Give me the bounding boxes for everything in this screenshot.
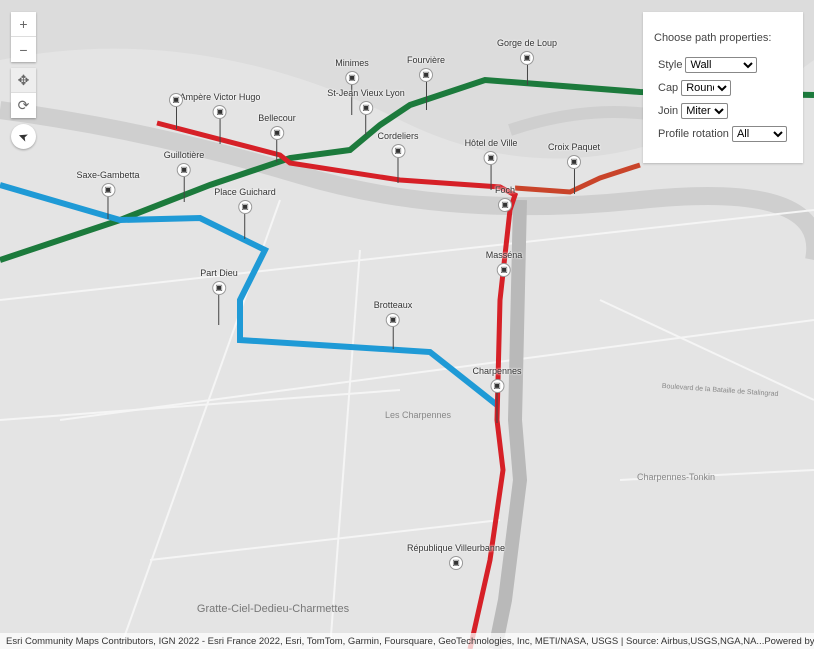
station-marker[interactable]: Hôtel de Ville ▣ xyxy=(464,138,518,190)
station-label: Ampère Victor Hugo xyxy=(179,92,261,102)
station-marker[interactable]: ▣ xyxy=(169,80,183,129)
station-marker[interactable]: Foch ▣ xyxy=(495,185,515,212)
metro-station-icon: ▣ xyxy=(484,151,498,165)
navigation-controls: ✥ ⟳ xyxy=(11,68,36,118)
join-select[interactable]: Miter xyxy=(681,103,729,119)
station-marker[interactable]: St-Jean Vieux Lyon ▣ xyxy=(327,88,405,135)
station-marker[interactable]: Ampère Victor Hugo ▣ xyxy=(179,92,261,144)
metro-station-icon: ▣ xyxy=(237,200,252,214)
attribution-text[interactable]: Esri Community Maps Contributors, IGN 20… xyxy=(6,636,764,647)
zoom-out-button[interactable]: − xyxy=(11,37,36,62)
station-label xyxy=(169,80,183,90)
metro-station-icon: ▣ xyxy=(519,51,534,65)
station-stem xyxy=(183,177,185,202)
station-marker[interactable]: Place Guichard ▣ xyxy=(214,187,276,239)
station-label: Foch xyxy=(494,185,516,195)
metro-station-icon: ▣ xyxy=(169,93,183,107)
pan-button[interactable]: ✥ xyxy=(11,68,36,93)
station-marker[interactable]: Part Dieu ▣ xyxy=(200,268,238,325)
station-stem xyxy=(365,115,367,135)
station-marker[interactable]: République Villeurbanne ▣ xyxy=(407,543,505,570)
station-stem xyxy=(425,82,427,110)
path-properties-panel: Choose path properties: Style Wall Cap R… xyxy=(643,12,803,163)
metro-station-icon: ▣ xyxy=(177,163,191,177)
style-label: Style xyxy=(658,59,683,71)
station-stem xyxy=(175,107,177,129)
station-stem xyxy=(573,169,575,194)
station-label: Minimes xyxy=(335,58,369,68)
metro-station-icon: ▣ xyxy=(418,68,433,82)
station-label: Saxe-Gambetta xyxy=(76,170,140,180)
join-label: Join xyxy=(658,105,679,117)
profile-rotation-select[interactable]: All xyxy=(731,126,787,142)
station-marker[interactable]: Guillotière ▣ xyxy=(163,150,205,202)
zoom-in-button[interactable]: + xyxy=(11,12,36,37)
metro-station-icon: ▣ xyxy=(390,144,405,158)
place-label: Les Charpennes xyxy=(385,410,452,420)
metro-station-icon: ▣ xyxy=(448,556,463,570)
metro-station-icon: ▣ xyxy=(101,183,115,197)
metro-station-icon: ▣ xyxy=(497,263,511,277)
station-label: Cordeliers xyxy=(377,131,419,141)
metro-station-icon: ▣ xyxy=(359,101,373,115)
station-stem xyxy=(496,393,498,423)
station-label: Fourvière xyxy=(406,55,446,65)
station-label: Bellecour xyxy=(258,113,296,123)
station-label: St-Jean Vieux Lyon xyxy=(327,88,405,98)
cap-select[interactable]: Round xyxy=(681,80,732,96)
rotate-button[interactable]: ⟳ xyxy=(11,93,36,118)
station-stem xyxy=(276,140,278,162)
metro-station-icon: ▣ xyxy=(497,198,512,212)
station-label: Brotteaux xyxy=(373,300,413,310)
station-stem xyxy=(218,295,220,325)
station-label: République Villeurbanne xyxy=(407,543,505,553)
station-label: Place Guichard xyxy=(214,187,276,197)
metro-station-icon: ▣ xyxy=(386,313,400,327)
station-stem xyxy=(244,214,246,239)
station-stem xyxy=(490,165,492,190)
zoom-controls: + − xyxy=(11,12,36,62)
station-label: Charpennes xyxy=(472,366,522,376)
metro-station-icon: ▣ xyxy=(344,71,359,85)
station-marker[interactable]: Gorge de Loup ▣ xyxy=(497,38,557,85)
station-label: Guillotière xyxy=(163,150,205,160)
station-stem xyxy=(107,197,109,219)
powered-by[interactable]: Powered by Esri xyxy=(764,636,814,647)
station-marker[interactable]: Charpennes ▣ xyxy=(472,366,522,423)
metro-station-icon: ▣ xyxy=(213,105,227,119)
station-stem xyxy=(392,327,394,349)
place-label: Charpennes-Tonkin xyxy=(637,472,715,482)
station-stem xyxy=(397,158,399,183)
metro-station-icon: ▣ xyxy=(212,281,226,295)
station-marker[interactable]: Fourvière ▣ xyxy=(407,55,445,110)
place-label: Gratte-Ciel-Dedieu-Charmettes xyxy=(197,603,350,615)
station-marker[interactable]: Brotteaux ▣ xyxy=(373,300,413,349)
station-label: Croix Paquet xyxy=(547,142,601,152)
station-marker[interactable]: Saxe-Gambetta ▣ xyxy=(76,170,140,219)
station-marker[interactable]: Cordeliers ▣ xyxy=(377,131,419,183)
station-label: Gorge de Loup xyxy=(496,38,558,48)
style-select[interactable]: Wall xyxy=(685,57,758,73)
metro-station-icon: ▣ xyxy=(489,379,504,393)
profile-rotation-label: Profile rotation xyxy=(658,128,729,140)
station-stem xyxy=(526,65,528,85)
station-label: Masséna xyxy=(485,250,523,260)
panel-title: Choose path properties: xyxy=(654,32,772,44)
station-marker[interactable]: Bellecour ▣ xyxy=(258,113,296,162)
cap-label: Cap xyxy=(658,82,679,94)
metro-station-icon: ▣ xyxy=(567,155,581,169)
compass-icon: ➤ xyxy=(16,128,31,145)
compass-button[interactable]: ➤ xyxy=(11,124,36,149)
attribution-bar: Esri Community Maps Contributors, IGN 20… xyxy=(0,633,814,649)
station-stem xyxy=(219,119,221,144)
station-label: Hôtel de Ville xyxy=(464,138,518,148)
station-label: Part Dieu xyxy=(200,268,238,278)
station-marker[interactable]: Masséna ▣ xyxy=(485,250,523,277)
station-marker[interactable]: Croix Paquet ▣ xyxy=(548,142,600,194)
metro-station-icon: ▣ xyxy=(270,126,284,140)
